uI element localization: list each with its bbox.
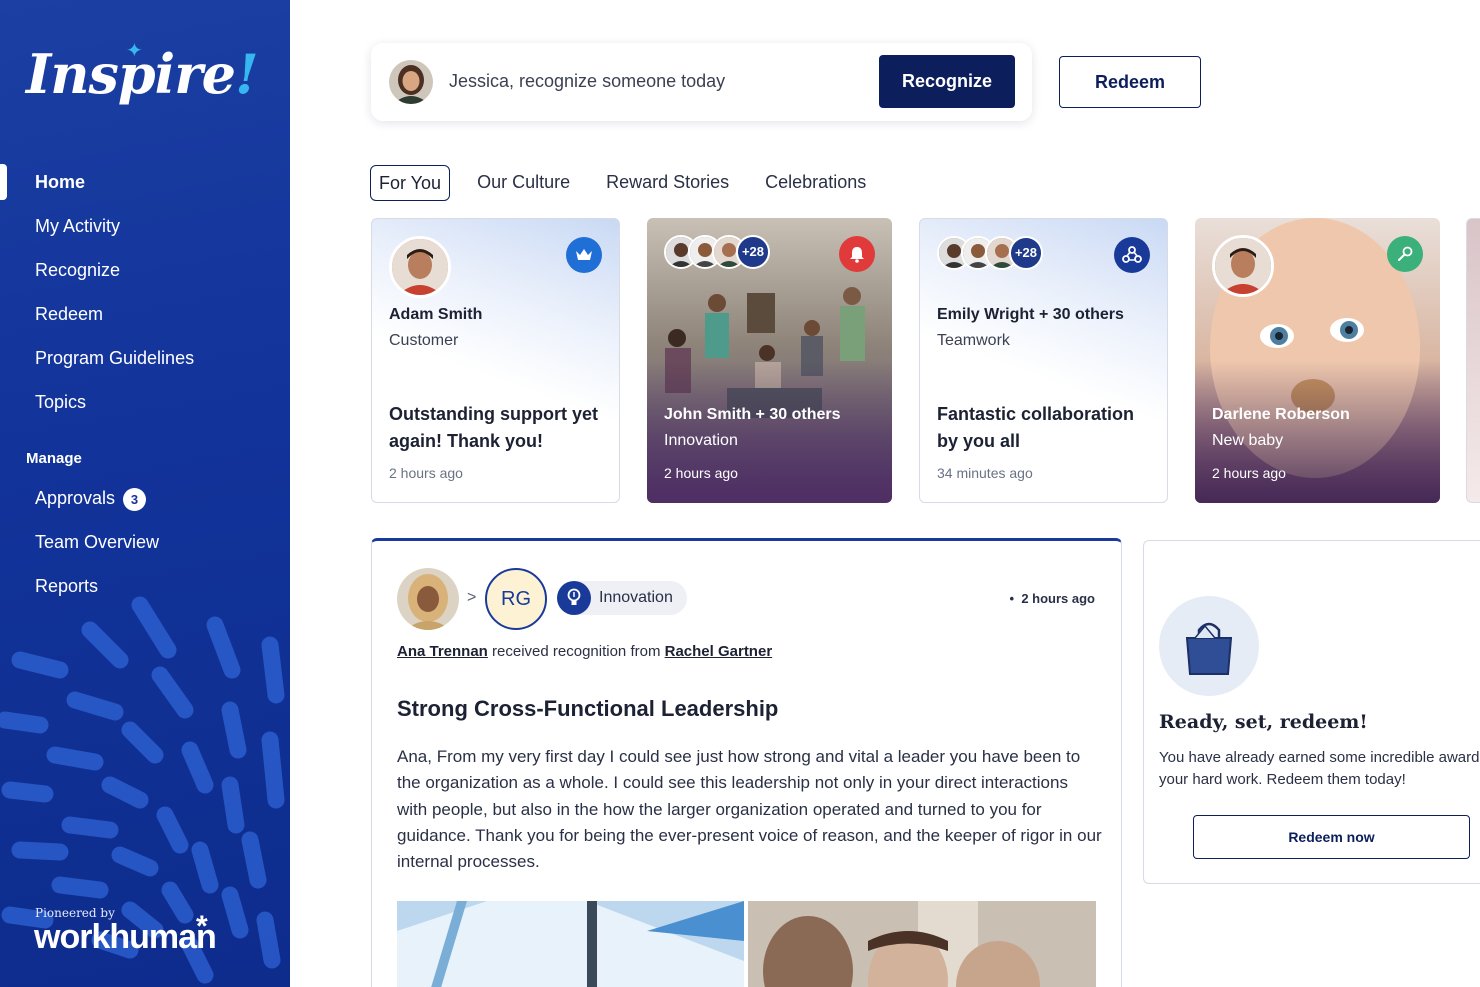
bell-icon	[839, 236, 875, 272]
card-time: 34 minutes ago	[937, 465, 1033, 481]
recognition-post: > RG Innovation • 2 hours ago Ana Trenna…	[371, 538, 1122, 987]
tab-reward-stories[interactable]: Reward Stories	[588, 165, 747, 201]
avatar-stack: +28	[937, 236, 1043, 270]
card-name: Darlene Roberson	[1212, 406, 1350, 423]
manage-nav: Approvals 3 Team Overview Reports	[0, 476, 290, 608]
recognize-prompt-text: Jessica, recognize someone today	[449, 71, 726, 91]
main-nav: Home My Activity Recognize Redeem Progra…	[0, 160, 290, 424]
redeem-card-text: You have already earned some incredible …	[1159, 749, 1480, 788]
user-avatar	[389, 60, 433, 104]
recognition-card[interactable]: +28 Emily Wright + 30 others Teamwork Fa…	[919, 218, 1168, 503]
recognize-button[interactable]: Recognize	[879, 55, 1015, 108]
post-title: Strong Cross-Functional Leadership	[397, 696, 779, 721]
sidebar-item-home[interactable]: Home	[0, 160, 290, 204]
card-subtitle: Teamwork	[937, 332, 1010, 349]
giver-link[interactable]: Rachel Gartner	[665, 643, 773, 660]
tab-our-culture[interactable]: Our Culture	[459, 165, 588, 201]
workhuman-logo: workhuman	[34, 918, 217, 956]
chevron-right-icon: >	[467, 589, 477, 606]
card-time: 2 hours ago	[1212, 465, 1286, 481]
sidebar-item-recognize[interactable]: Recognize	[0, 248, 290, 292]
recipient-link[interactable]: Ana Trennan	[397, 643, 488, 660]
post-time: • 2 hours ago	[1009, 591, 1095, 606]
post-image[interactable]	[748, 901, 1096, 987]
team-icon	[1114, 237, 1150, 273]
avatar	[389, 236, 451, 298]
lightbulb-icon	[557, 581, 591, 615]
sidebar-item-my-activity[interactable]: My Activity	[0, 204, 290, 248]
manage-section-title: Manage	[26, 450, 82, 467]
tab-celebrations[interactable]: Celebrations	[747, 165, 884, 201]
redeem-now-button[interactable]: Redeem now	[1193, 815, 1470, 859]
feed-tabs: For You Our Culture Reward Stories Celeb…	[370, 165, 884, 201]
card-subtitle: New baby	[1212, 432, 1284, 449]
recognition-card[interactable]: +28 John Smith + 30 others Innovation 2 …	[647, 218, 892, 503]
logo-exclamation: !	[235, 42, 259, 106]
sidebar-item-redeem[interactable]: Redeem	[0, 292, 290, 336]
card-subtitle: Innovation	[664, 432, 738, 449]
card-subtitle: Customer	[389, 332, 459, 349]
card-message: Outstanding support yet again! Thank you…	[389, 404, 598, 451]
card-message: Fantastic collaboration by you all	[937, 404, 1135, 451]
sidebar-item-team-overview[interactable]: Team Overview	[0, 520, 290, 564]
recognize-prompt-box[interactable]: Jessica, recognize someone today Recogni…	[371, 43, 1032, 121]
giver-initials-avatar[interactable]: RG	[485, 568, 547, 630]
post-body: Ana, From my very first day I could see …	[397, 747, 1102, 872]
award-tag[interactable]: Innovation	[557, 581, 687, 615]
sidebar-item-program-guidelines[interactable]: Program Guidelines	[0, 336, 290, 380]
card-time: 2 hours ago	[664, 465, 738, 481]
avatar	[1212, 235, 1274, 297]
redeem-promo-card: Ready, set, redeem! You have already ear…	[1143, 540, 1480, 884]
rattle-icon	[1387, 236, 1423, 272]
award-tag-label: Innovation	[599, 589, 673, 606]
redeem-card-title: Ready, set, redeem!	[1159, 711, 1368, 733]
post-time-text: 2 hours ago	[1021, 591, 1095, 606]
avatar-stack: +28	[664, 235, 770, 269]
recognition-card[interactable]: Adam Smith Customer Outstanding support …	[371, 218, 620, 503]
post-image[interactable]	[397, 901, 744, 987]
card-name: Adam Smith	[389, 306, 483, 323]
inspire-logo[interactable]: Inspire! ✦	[26, 40, 259, 106]
sidebar-item-topics[interactable]: Topics	[0, 380, 290, 424]
recognition-card[interactable]: Darlene Roberson New baby 2 hours ago	[1195, 218, 1440, 503]
more-count-badge: +28	[1009, 236, 1043, 270]
card-name: John Smith + 30 others	[664, 406, 841, 423]
sidebar-item-approvals[interactable]: Approvals 3	[0, 476, 290, 520]
tab-for-you[interactable]: For You	[370, 165, 451, 201]
recipient-avatar[interactable]	[397, 568, 459, 630]
approvals-count-badge: 3	[123, 487, 147, 511]
card-time: 2 hours ago	[389, 465, 463, 481]
more-count-badge: +28	[736, 235, 770, 269]
crown-icon	[566, 237, 602, 273]
workhuman-asterisk-icon: *	[196, 910, 208, 943]
shopping-bag-icon	[1159, 596, 1259, 696]
sidebar: Inspire! ✦ Home My Activity Recognize Re…	[0, 0, 290, 987]
logo-star-icon: ✦	[126, 40, 143, 62]
recognition-line: Ana Trennan received recognition from Ra…	[397, 643, 772, 660]
recognition-connector: received recognition from	[487, 643, 665, 660]
redeem-button[interactable]: Redeem	[1059, 56, 1201, 108]
sidebar-item-label: Approvals	[35, 488, 116, 508]
card-name: Emily Wright + 30 others	[937, 306, 1124, 323]
next-card-peek[interactable]	[1466, 218, 1480, 503]
